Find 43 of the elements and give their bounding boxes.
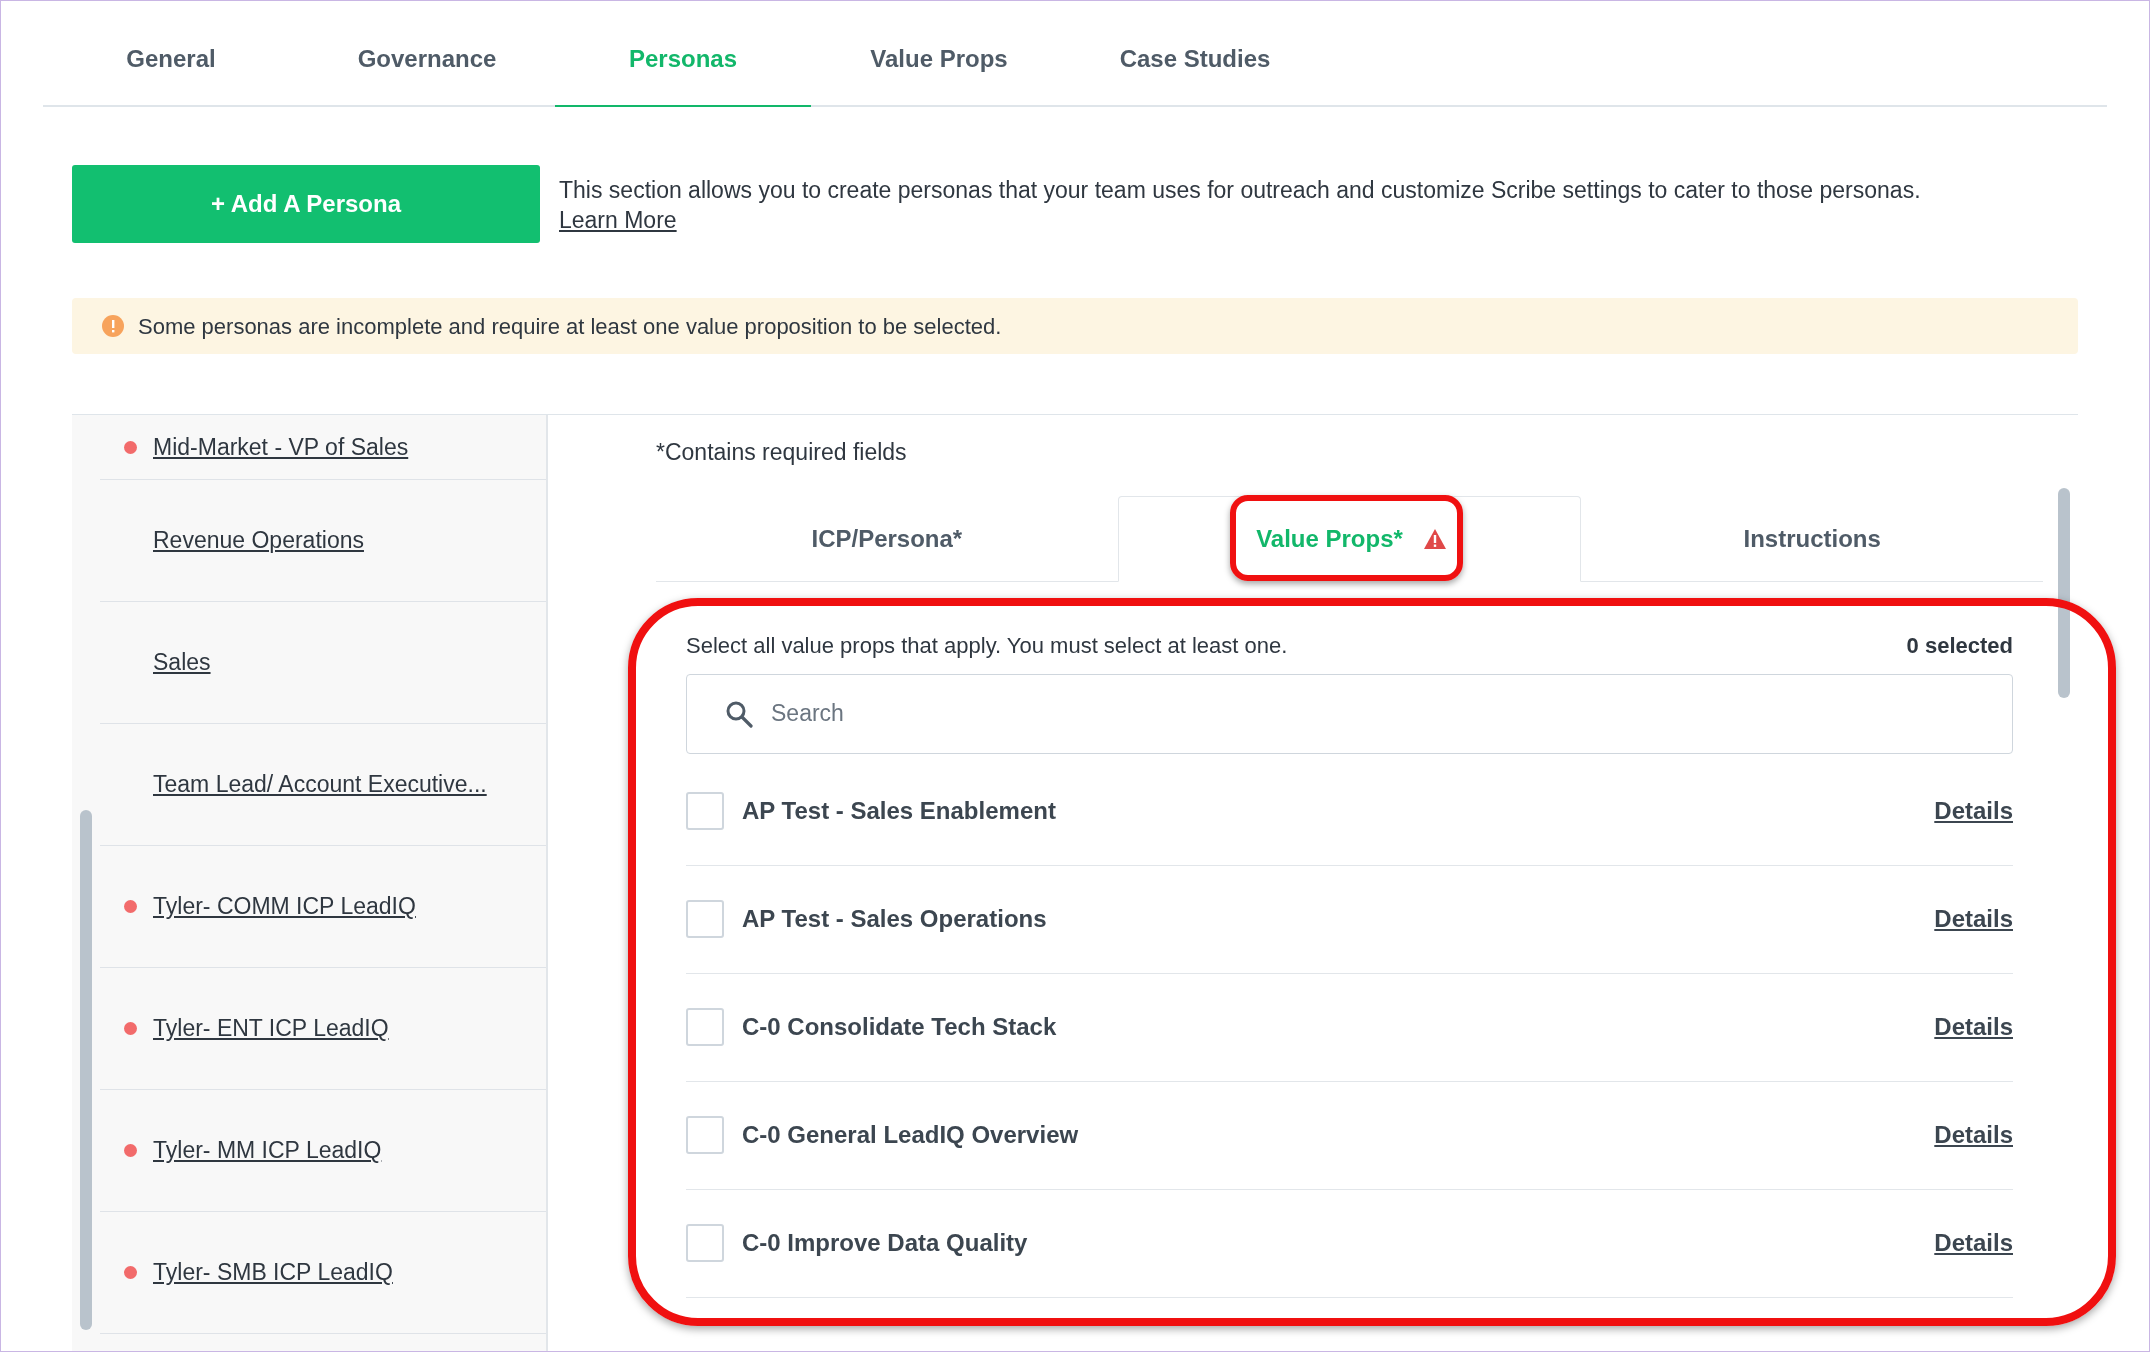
tab[interactable]: General [43, 13, 299, 107]
checkbox[interactable] [686, 1008, 724, 1046]
value-prop-name: C-0 Improve Data Quality [742, 1228, 1029, 1258]
instruction-text: Select all value props that apply. You must select at least one. [686, 631, 1288, 660]
value-prop-name: C-0 General LeadIQ Overview [742, 1120, 1080, 1150]
details-link[interactable]: Details [1934, 1009, 2013, 1045]
checkbox[interactable] [686, 792, 724, 830]
subtab-label: Instructions [1742, 523, 1882, 554]
warning-icon [1422, 527, 1447, 550]
checkbox[interactable] [686, 1224, 724, 1262]
value-prop-name: AP Test - Sales Enablement [742, 796, 1057, 826]
details-link[interactable]: Details [1934, 1225, 2013, 1261]
search-input[interactable]: Search [771, 696, 1974, 731]
learn-more-link[interactable]: Learn More [559, 207, 677, 233]
search-icon [725, 699, 753, 728]
value-prop-name: AP Test - Sales Operations [742, 904, 1048, 934]
tab[interactable]: Governance [299, 13, 555, 107]
checkbox[interactable] [686, 900, 724, 938]
warning-message: Some personas are incomplete and require at least one value proposition to be selected. [138, 312, 1002, 341]
selected-count: 0 selected [1906, 631, 2013, 660]
subtab-label: Value Props* [1252, 520, 1407, 557]
tab[interactable]: Case Studies [1067, 13, 1323, 107]
tab[interactable]: Value Props [811, 13, 1067, 107]
persona-link[interactable]: Tyler- SMB ICP LeadIQ [153, 1255, 393, 1290]
details-link[interactable]: Details [1934, 901, 2013, 937]
warning-icon [102, 315, 124, 337]
checkbox[interactable] [686, 1116, 724, 1154]
subtab-label: ICP/Persona* [810, 523, 964, 554]
persona-link[interactable]: Team Lead/ Account Executive... [153, 767, 487, 802]
details-link[interactable]: Details [1934, 793, 2013, 829]
persona-link[interactable]: Revenue Operations [153, 523, 364, 558]
persona-link[interactable]: Tyler- COMM ICP LeadIQ [153, 889, 416, 924]
required-note: *Contains required fields [656, 438, 907, 467]
persona-link[interactable]: Mid-Market - VP of Sales [153, 429, 409, 465]
persona-link[interactable]: Tyler- MM ICP LeadIQ [153, 1133, 382, 1168]
details-link[interactable]: Details [1934, 1117, 2013, 1153]
section-description: This section allows you to create personas that your team uses for outreach and customize Scribe settings to cater to those personas. Learn More [559, 176, 1922, 235]
persona-link[interactable]: Sales [153, 645, 211, 680]
subtab[interactable]: Instructions [1581, 495, 2043, 582]
search-field[interactable]: Search [686, 673, 2013, 754]
subtab[interactable]: ICP/Persona* [656, 495, 1118, 582]
persona-link[interactable]: Tyler- ENT ICP LeadIQ [153, 1011, 389, 1046]
value-prop-name: C-0 Consolidate Tech Stack [742, 1012, 1058, 1042]
